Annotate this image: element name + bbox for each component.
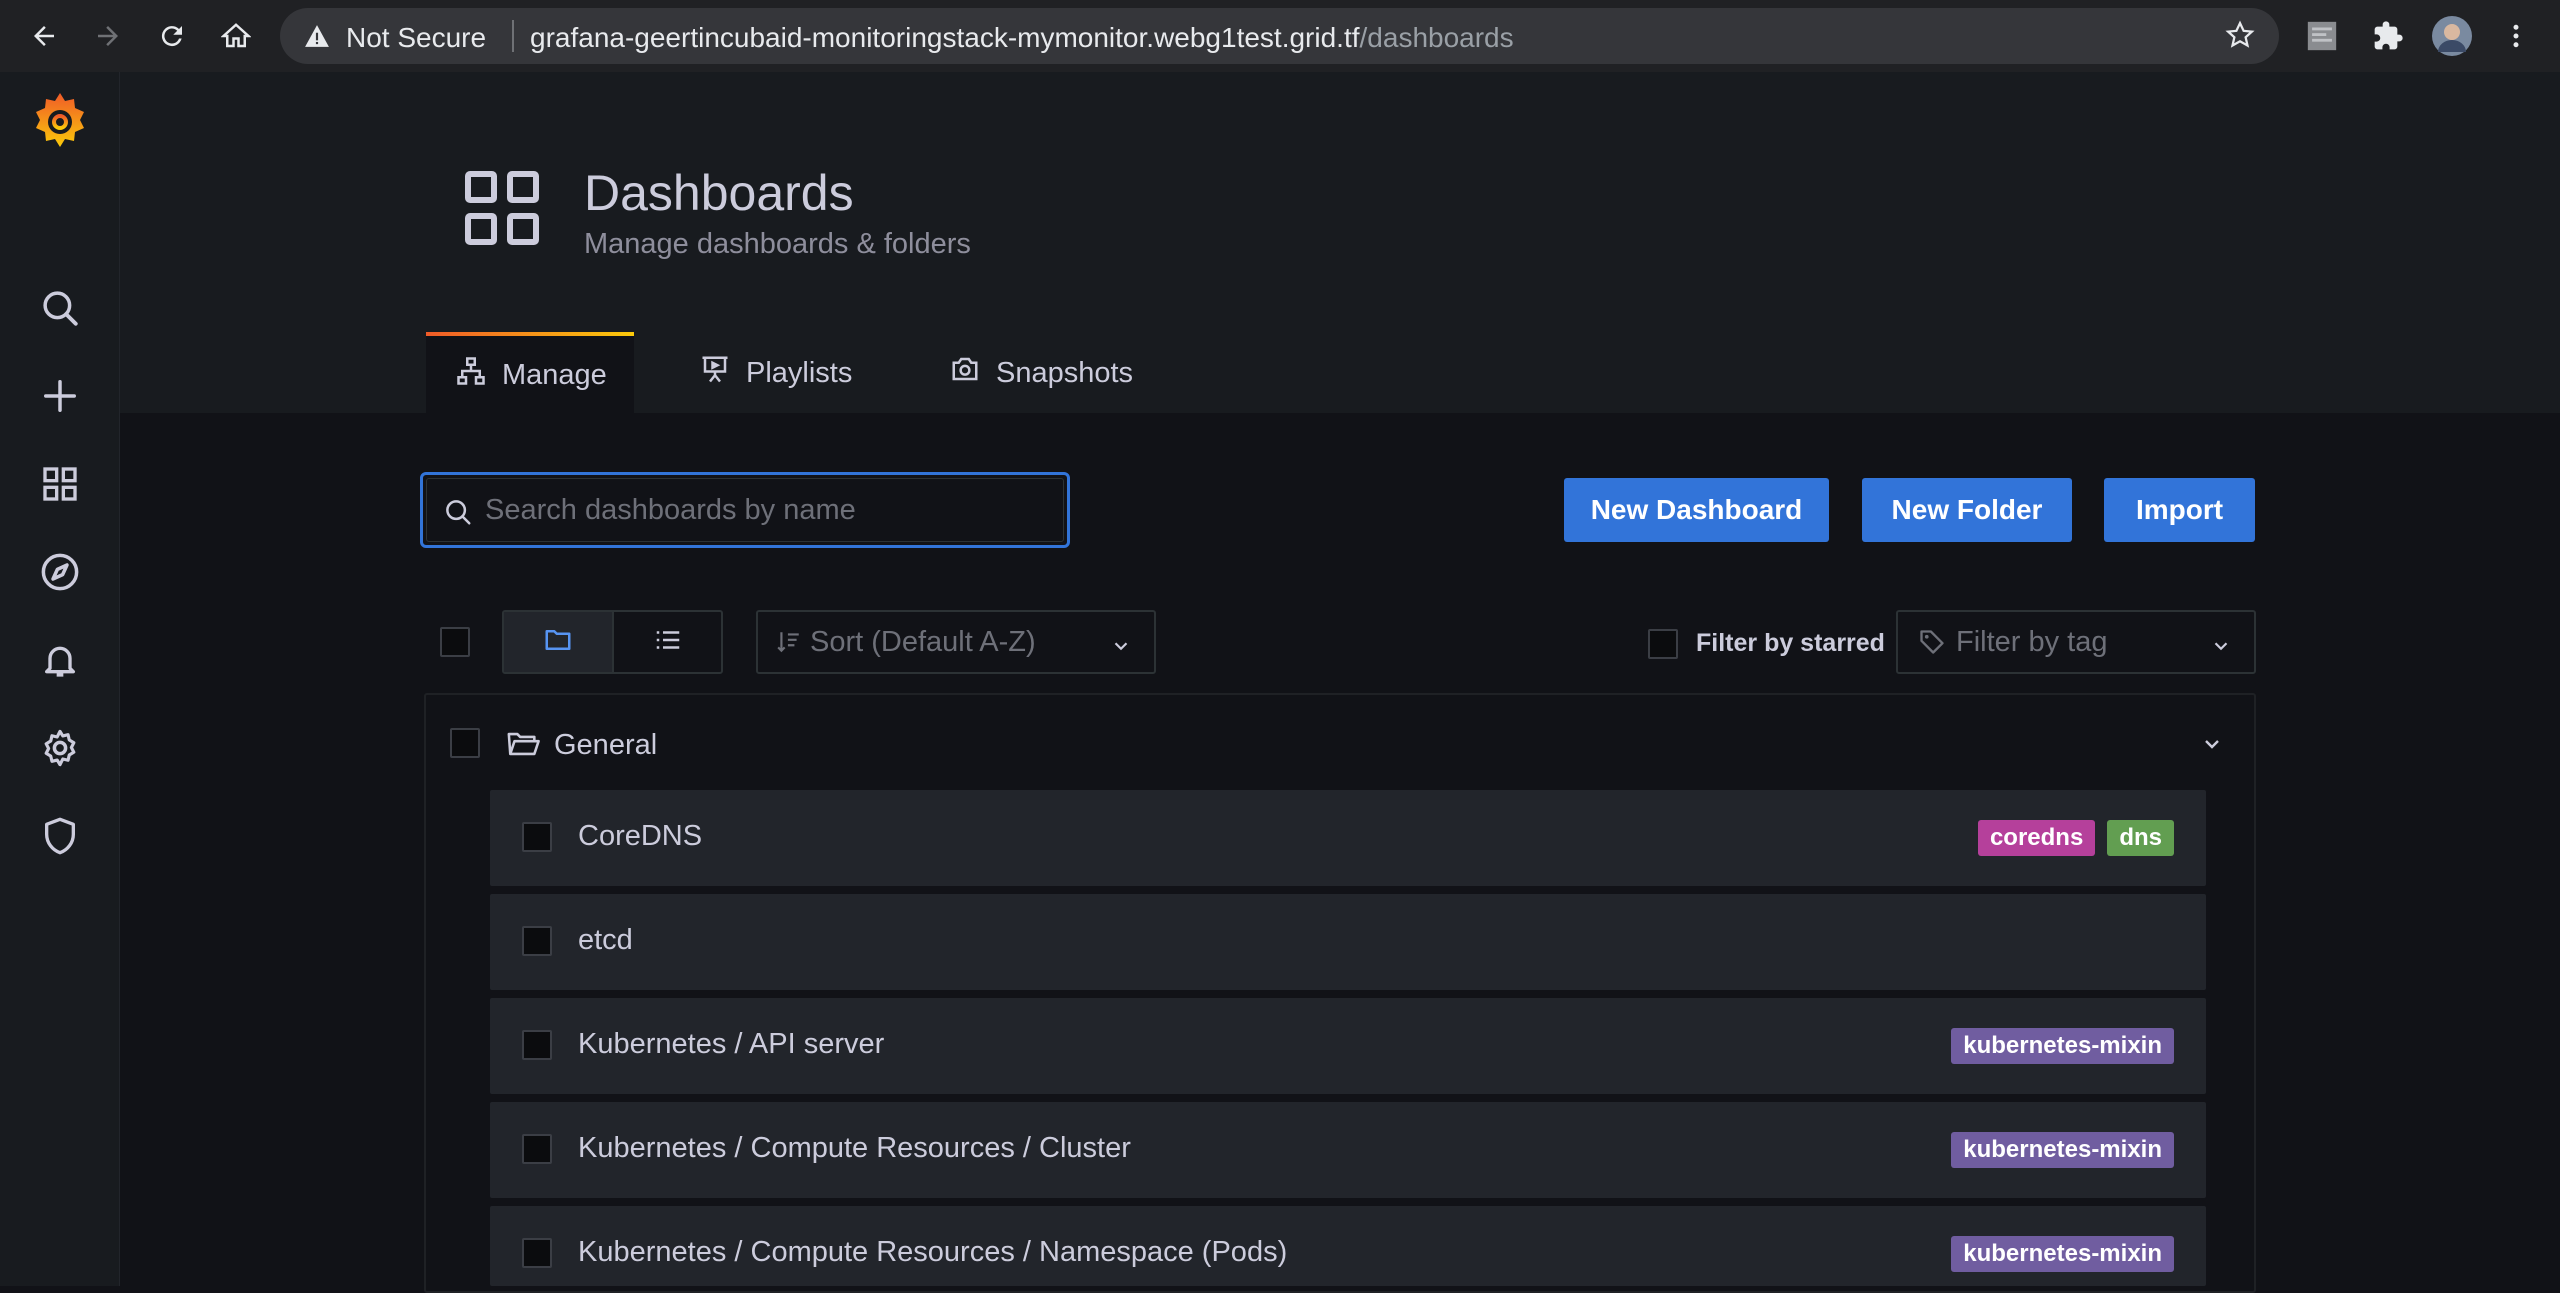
dashboard-row[interactable]: Kubernetes / Compute Resources / Cluster… — [490, 1102, 2206, 1198]
dashboards-header-icon — [464, 170, 542, 253]
back-icon[interactable] — [24, 16, 64, 56]
dashboard-row[interactable]: Kubernetes / Compute Resources / Namespa… — [490, 1206, 2206, 1286]
tag-filter-select[interactable]: Filter by tag — [1896, 610, 2256, 674]
alerting-bell-icon[interactable] — [30, 630, 90, 690]
tag-badge[interactable]: dns — [2107, 820, 2174, 856]
address-bar[interactable]: Not Secure grafana-geertincubaid-monitor… — [280, 8, 2279, 64]
forward-icon[interactable] — [88, 16, 128, 56]
tag-list: kubernetes-mixin — [1951, 1028, 2174, 1064]
grafana-logo-icon[interactable] — [30, 92, 90, 152]
warning-icon — [304, 24, 330, 53]
extension-qr-icon[interactable] — [2302, 16, 2342, 56]
tag-badge[interactable]: kubernetes-mixin — [1951, 1028, 2174, 1064]
chevron-down-icon[interactable] — [2200, 732, 2224, 761]
more-vert-icon[interactable] — [2496, 16, 2536, 56]
search-field-wrapper — [426, 478, 1064, 542]
presentation-icon — [700, 354, 730, 392]
extensions-puzzle-icon[interactable] — [2368, 16, 2408, 56]
import-button[interactable]: Import — [2104, 478, 2255, 542]
page-subtitle: Manage dashboards & folders — [584, 228, 971, 260]
tag-filter-placeholder: Filter by tag — [1956, 625, 2108, 658]
tag-list: kubernetes-mixin — [1951, 1236, 2174, 1272]
sitemap-icon — [456, 356, 486, 394]
tab-label: Snapshots — [996, 356, 1134, 389]
dashboard-checkbox[interactable] — [522, 926, 552, 956]
dashboard-row[interactable]: etcd — [490, 894, 2206, 990]
dashboard-row[interactable]: CoreDNS coredns dns — [490, 790, 2206, 886]
list-icon — [653, 625, 683, 660]
dashboard-checkbox[interactable] — [522, 1238, 552, 1268]
tab-label: Manage — [502, 358, 607, 391]
dashboard-results-panel — [424, 693, 2256, 1293]
sort-select[interactable]: Sort (Default A-Z) — [756, 610, 1156, 674]
server-admin-shield-icon[interactable] — [30, 806, 90, 866]
url-host: grafana-geertincubaid-monitoringstack-my… — [530, 22, 1360, 53]
new-dashboard-button[interactable]: New Dashboard — [1564, 478, 1829, 542]
divider — [512, 20, 514, 52]
dashboard-row[interactable]: Kubernetes / API server kubernetes-mixin — [490, 998, 2206, 1094]
tag-list: coredns dns — [1977, 820, 2174, 856]
tab-snapshots[interactable]: Snapshots — [950, 332, 1133, 414]
filter-starred-label[interactable]: Filter by starred — [1696, 629, 1885, 658]
browser-toolbar: Not Secure grafana-geertincubaid-monitor… — [0, 0, 2560, 72]
folder-icon — [543, 625, 573, 660]
sort-select-value: Sort (Default A-Z) — [810, 625, 1036, 658]
url-path: /dashboards — [1359, 22, 1514, 53]
bookmark-star-icon[interactable] — [2225, 20, 2255, 55]
dashboard-title[interactable]: CoreDNS — [578, 820, 702, 853]
explore-compass-icon[interactable] — [30, 542, 90, 602]
tab-manage[interactable]: Manage — [426, 332, 634, 414]
folder-name: General — [554, 729, 658, 761]
select-all-checkbox[interactable] — [440, 627, 470, 657]
reload-icon[interactable] — [152, 16, 192, 56]
tag-badge[interactable]: kubernetes-mixin — [1951, 1132, 2174, 1168]
profile-avatar[interactable] — [2432, 16, 2472, 56]
url-text[interactable]: grafana-geertincubaid-monitoringstack-my… — [530, 22, 1514, 54]
dashboard-title[interactable]: Kubernetes / Compute Resources / Cluster — [578, 1132, 1131, 1165]
new-folder-button[interactable]: New Folder — [1862, 478, 2072, 542]
home-icon[interactable] — [216, 16, 256, 56]
security-label[interactable]: Not Secure — [346, 22, 486, 54]
filter-starred-checkbox[interactable] — [1648, 629, 1678, 659]
camera-icon — [950, 354, 980, 392]
folder-open-icon — [506, 728, 540, 765]
dashboards-grid-icon[interactable] — [30, 454, 90, 514]
chevron-down-icon — [2210, 632, 2232, 665]
chevron-down-icon — [1110, 632, 1132, 665]
tag-list: kubernetes-mixin — [1951, 1132, 2174, 1168]
dashboard-checkbox[interactable] — [522, 822, 552, 852]
dashboard-title[interactable]: Kubernetes / API server — [578, 1028, 884, 1061]
search-icon — [443, 497, 473, 532]
folder-checkbox[interactable] — [450, 728, 480, 758]
tag-icon — [1918, 628, 1946, 656]
tag-badge[interactable]: kubernetes-mixin — [1951, 1236, 2174, 1272]
dashboard-title[interactable]: etcd — [578, 924, 633, 957]
tab-playlists[interactable]: Playlists — [700, 332, 852, 414]
dashboard-checkbox[interactable] — [522, 1030, 552, 1060]
tag-badge[interactable]: coredns — [1977, 820, 2096, 856]
folder-view-button[interactable] — [504, 612, 613, 672]
create-plus-icon[interactable] — [30, 366, 90, 426]
list-view-button[interactable] — [612, 612, 721, 672]
dashboard-title[interactable]: Kubernetes / Compute Resources / Namespa… — [578, 1236, 1287, 1269]
sort-amount-icon — [776, 629, 802, 655]
view-mode-toggle — [502, 610, 723, 674]
search-input[interactable] — [483, 479, 1053, 541]
dashboard-checkbox[interactable] — [522, 1134, 552, 1164]
search-icon[interactable] — [30, 278, 90, 338]
sidebar — [0, 72, 120, 1286]
configuration-gear-icon[interactable] — [30, 718, 90, 778]
page-title: Dashboards — [584, 165, 854, 221]
tab-label: Playlists — [746, 356, 853, 389]
search-box — [420, 472, 1070, 548]
folder-general[interactable]: General — [440, 720, 2240, 768]
